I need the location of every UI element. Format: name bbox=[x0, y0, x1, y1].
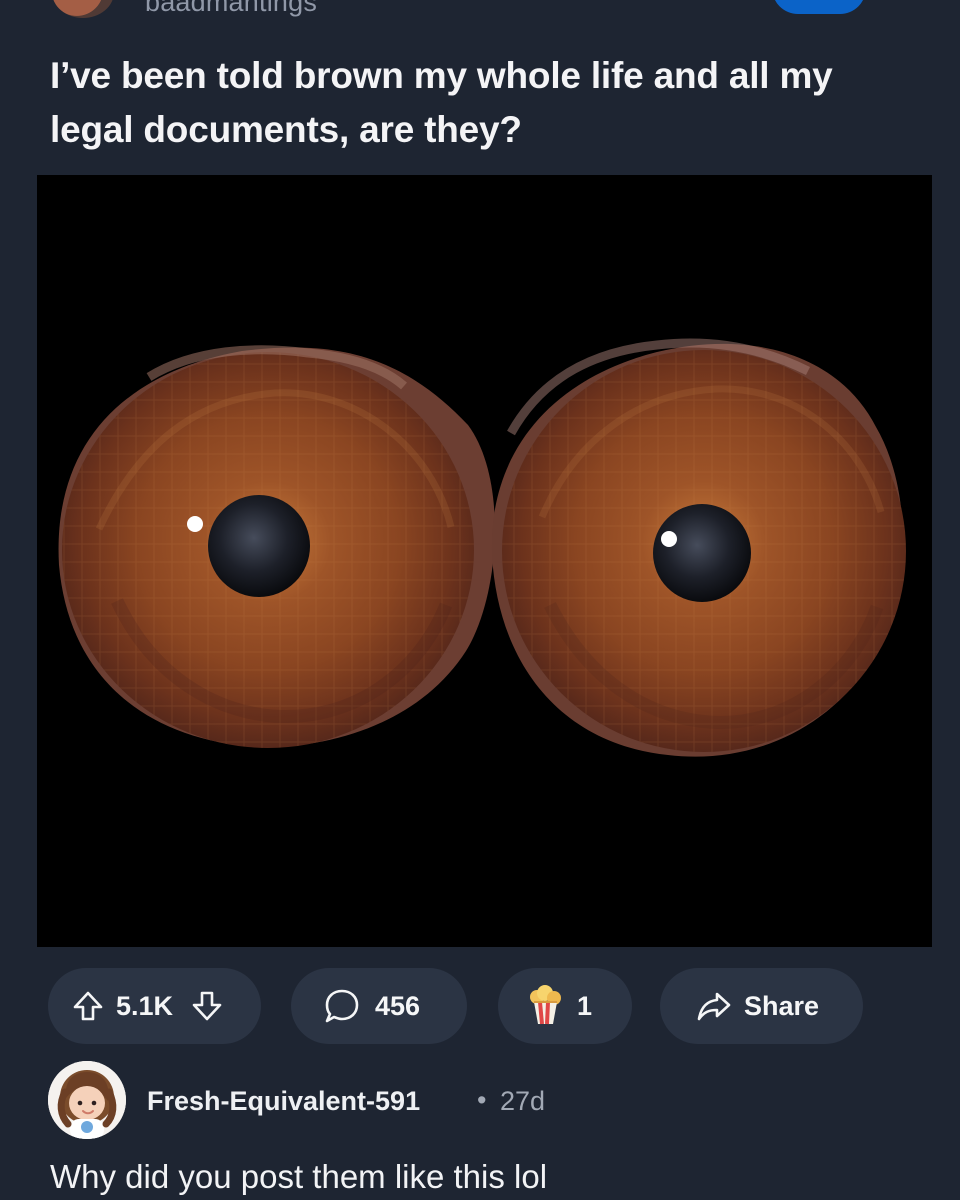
comment-count: 456 bbox=[375, 990, 421, 1021]
left-eye bbox=[58, 345, 495, 748]
vote-control: 5.1K bbox=[48, 968, 261, 1044]
post-image[interactable] bbox=[37, 175, 932, 947]
comment-avatar[interactable] bbox=[48, 1061, 126, 1139]
comment-body: Why did you post them like this lol bbox=[50, 1158, 548, 1195]
arrow-down-icon[interactable] bbox=[190, 989, 224, 1023]
share-arrow-icon bbox=[696, 988, 732, 1024]
post-title[interactable]: I’ve been told brown my whole life and a… bbox=[50, 49, 910, 157]
award-button[interactable]: 1 bbox=[498, 968, 632, 1044]
comments-button[interactable]: 456 bbox=[291, 968, 467, 1044]
post-header: baadmantings bbox=[0, 0, 960, 30]
share-button[interactable]: Share bbox=[660, 968, 863, 1044]
right-eye bbox=[491, 338, 906, 757]
arrow-up-icon[interactable] bbox=[71, 989, 105, 1023]
meta-separator: • bbox=[477, 1085, 487, 1115]
vote-count: 5.1K bbox=[116, 990, 174, 1021]
popcorn-award-icon bbox=[527, 985, 563, 1027]
comment-author[interactable]: Fresh-Equivalent-591 bbox=[147, 1086, 420, 1117]
award-count: 1 bbox=[577, 990, 593, 1021]
brown-eyes-image bbox=[58, 338, 906, 757]
reddit-post-screen: baadmantings I’ve been told brown my who… bbox=[0, 0, 960, 1200]
community-avatar[interactable] bbox=[52, 0, 114, 18]
speech-bubble-icon bbox=[322, 986, 362, 1026]
share-label: Share bbox=[744, 990, 820, 1021]
post-author[interactable]: baadmantings bbox=[145, 0, 317, 18]
comment-time: 27d bbox=[500, 1086, 546, 1116]
join-button[interactable] bbox=[772, 0, 866, 14]
